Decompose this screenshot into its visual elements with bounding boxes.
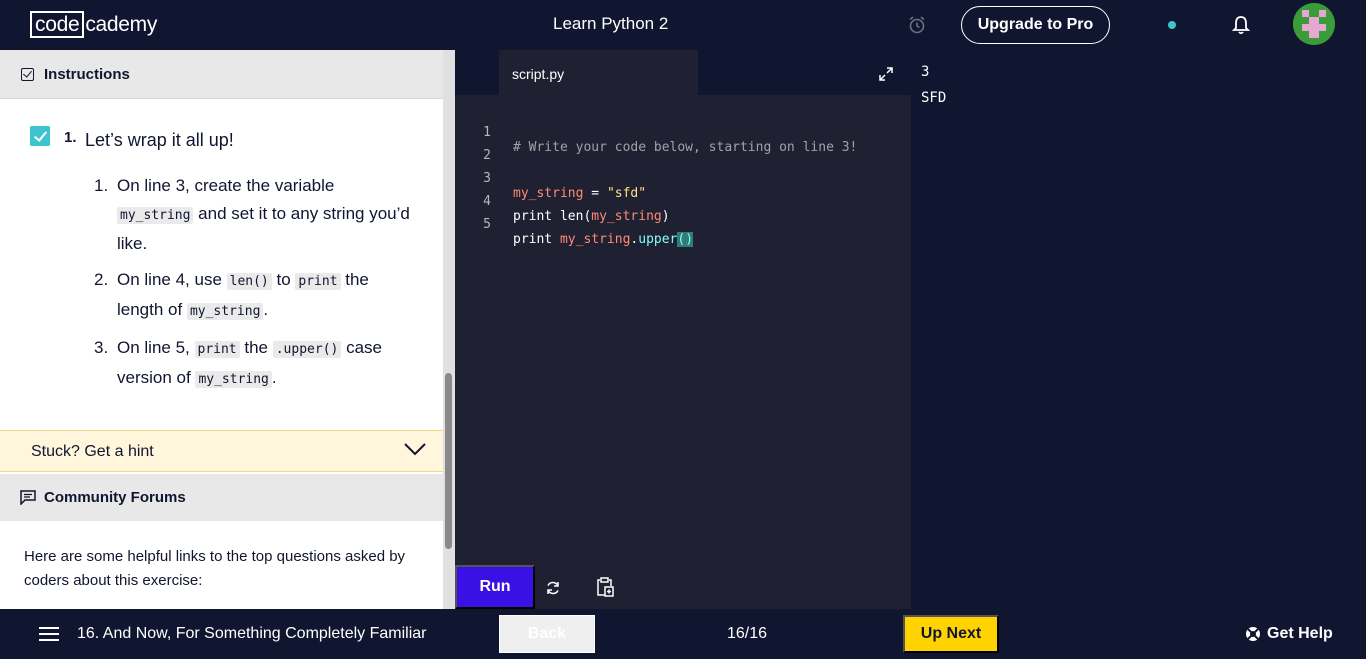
avatar-pattern-icon [1293,3,1335,45]
alarm-icon[interactable] [907,15,927,35]
instructions-title: Instructions [44,66,130,83]
instructions-panel: Instructions 1. Let’s wrap it all up! 1.… [0,50,443,609]
step-text: On line 4, use [117,270,227,289]
community-forums-title: Community Forums [44,489,186,506]
code-variable: my_string [591,209,662,224]
reset-icon[interactable] [545,580,561,596]
output-line: SFD [921,90,947,106]
tab-label: script.py [512,66,565,82]
list-item: 1. On line 3, create the variable my_str… [90,172,410,258]
course-title: Learn Python 2 [553,14,669,33]
task-number: 1. [64,129,77,146]
output-line: 3 [921,64,930,80]
code-variable: my_string [513,186,584,201]
top-navigation-bar: code cademy Learn Python 2 Upgrade to Pro [0,0,1366,50]
upgrade-to-pro-button[interactable]: Upgrade to Pro [961,6,1110,44]
step-text: to [271,270,296,289]
step-text: On line 3, create the variable [117,176,335,195]
task-steps-list: 1. On line 3, create the variable my_str… [90,172,410,402]
code-line: 3 my_string = "sfd" [455,156,646,201]
step-text: . [263,300,269,319]
code-bracket-highlight: () [677,232,694,247]
code-line: 1 # Write your code below, starting on l… [455,110,857,155]
inline-code: print [194,341,240,358]
step-text: On line 5, [117,338,195,357]
instructions-header[interactable]: Instructions [0,50,443,99]
code-keyword: print [513,232,560,247]
code-comment: # Write your code below, starting on lin… [513,140,858,155]
code-content: print len(my_string) [513,209,670,224]
hint-toggle[interactable]: Stuck? Get a hint [0,430,443,472]
forums-description: Here are some helpful links to the top q… [24,548,406,589]
hint-label: Stuck? Get a hint [31,443,154,460]
inline-code: print [295,273,341,290]
tab-script-py[interactable]: script.py [499,50,698,95]
code-string: "sfd" [606,186,647,201]
step-number: 2. [94,270,109,289]
list-item: 3. On line 5, print the .upper() case ve… [90,334,410,394]
bell-icon[interactable] [1230,14,1252,36]
step-text: the [239,338,273,357]
logo-rest-text: cademy [85,12,158,36]
back-button[interactable]: Back [499,615,595,653]
editor-tab-bar: script.py [455,50,911,95]
logo-box-text: code [30,11,85,38]
run-toolbar: Run [455,565,911,609]
code-line: 4 print len(my_string) [455,179,669,224]
output-terminal: 3 SFD [911,50,1366,609]
checkbox-icon [21,68,34,81]
inline-code: len() [226,273,272,290]
task-title: Let’s wrap it all up! [85,130,234,150]
expand-icon[interactable] [879,67,893,81]
code-punctuation: ) [661,209,670,224]
inline-code: my_string [195,371,272,388]
code-line: 5 print my_string.upper() [455,202,694,247]
step-number: 1. [94,176,109,195]
menu-icon[interactable] [39,627,59,641]
task-complete-checkbox[interactable] [30,126,50,146]
inline-code: my_string [117,207,194,224]
avatar[interactable] [1293,3,1335,45]
run-button[interactable]: Run [455,565,535,609]
get-help-label: Get Help [1267,625,1333,642]
code-line: 2 [455,133,502,163]
help-lifebuoy-icon [1246,627,1260,641]
step-number: 3. [94,338,109,357]
chevron-down-icon [404,443,426,456]
line-number: 5 [483,217,491,232]
code-operator: = [583,186,607,201]
get-help-button[interactable]: Get Help [1245,624,1333,644]
code-variable: my_string [559,232,631,247]
codecademy-logo[interactable]: code cademy [30,11,157,38]
inline-code: my_string [186,303,264,320]
code-content: print my_string.upper() [513,232,694,247]
code-function: upper [638,232,678,247]
inline-code: .upper() [272,341,342,358]
code-content: my_string = "sfd" [513,186,646,201]
list-item: 2. On line 4, use len() to print the len… [90,266,410,326]
chat-icon [20,490,36,505]
scrollbar-thumb[interactable] [445,373,452,549]
step-text: . [271,368,277,387]
lesson-title[interactable]: 16. And Now, For Something Completely Fa… [77,625,426,643]
clipboard-icon[interactable] [596,577,614,597]
code-keyword: print len( [513,209,592,224]
code-editor[interactable]: script.py 1 # Write your code below, sta… [455,50,911,609]
status-dot-icon [1168,21,1176,29]
up-next-button[interactable]: Up Next [903,615,999,653]
community-forums-header[interactable]: Community Forums [0,474,443,521]
bottom-navigation-bar: 16. And Now, For Something Completely Fa… [0,609,1366,659]
lesson-progress: 16/16 [727,625,768,642]
